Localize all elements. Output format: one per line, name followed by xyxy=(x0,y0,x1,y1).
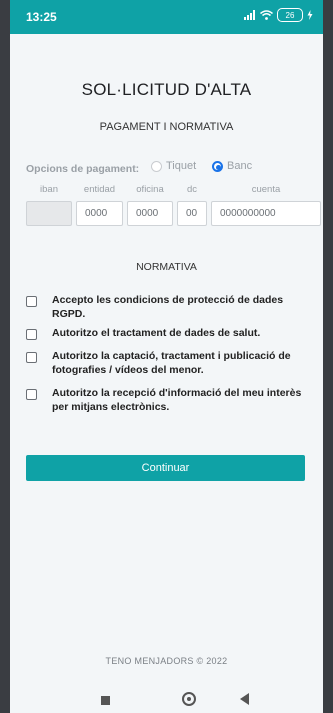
oficina-input[interactable]: 0000 xyxy=(127,201,173,226)
recents-icon[interactable] xyxy=(101,696,110,705)
status-icons: 26 xyxy=(244,8,313,22)
radio-tiquet-indicator[interactable] xyxy=(151,160,162,172)
entidad-input[interactable]: 0000 xyxy=(76,201,123,226)
wifi-icon xyxy=(260,10,273,20)
checkbox-rgpd-label: Accepto les condicions de protecció de d… xyxy=(52,294,284,320)
radio-banc-label: Banc xyxy=(227,160,253,172)
normativa-heading: NORMATIVA xyxy=(136,261,197,273)
charging-icon xyxy=(307,10,313,20)
radio-tiquet-label: Tiquet xyxy=(166,160,197,172)
radio-tiquet[interactable]: Tiquet xyxy=(151,160,196,172)
iban-header: iban xyxy=(40,184,58,195)
iban-input[interactable] xyxy=(26,201,72,226)
dc-input[interactable]: 00 xyxy=(177,201,207,226)
signal-icon xyxy=(244,10,255,20)
checkbox-photos-label: Autoritzo la captació, tractament i publ… xyxy=(52,350,291,376)
checkbox-health-data[interactable] xyxy=(26,329,37,340)
section-subtitle: PAGAMENT I NORMATIVA xyxy=(99,121,234,133)
continue-button[interactable]: Continuar xyxy=(26,455,305,481)
cuenta-input[interactable]: 0000000000 xyxy=(211,201,321,226)
status-bar: 13:25 26 xyxy=(10,0,323,34)
dc-header: dc xyxy=(186,184,198,195)
radio-banc-indicator[interactable] xyxy=(212,160,223,172)
status-time: 13:25 xyxy=(26,10,57,24)
home-icon[interactable] xyxy=(182,692,196,706)
battery-icon: 26 xyxy=(277,8,303,22)
back-icon[interactable] xyxy=(240,693,249,705)
page-title: SOL·LICITUD D'ALTA xyxy=(81,80,252,99)
radio-banc[interactable]: Banc xyxy=(212,160,252,172)
phone-screen: 13:25 26 SOL·LICITUD D'ALTA PAGAMENT I N… xyxy=(10,0,323,713)
footer-copyright: TENO MENJADORS © 2022 xyxy=(105,656,228,666)
checkbox-rgpd[interactable] xyxy=(26,296,37,307)
cuenta-header: cuenta xyxy=(251,184,281,195)
checkbox-photos[interactable] xyxy=(26,352,37,363)
entidad-header: entidad xyxy=(83,184,116,195)
payment-options-label: Opcions de pagament: xyxy=(26,163,140,175)
oficina-header: oficina xyxy=(136,184,164,195)
checkbox-electronic-info[interactable] xyxy=(26,389,37,400)
checkbox-health-data-label: Autoritzo el tractament de dades de salu… xyxy=(52,327,261,339)
android-nav-bar xyxy=(10,682,323,713)
checkbox-electronic-info-label: Autoritzo la recepció d'informació del m… xyxy=(52,387,302,413)
